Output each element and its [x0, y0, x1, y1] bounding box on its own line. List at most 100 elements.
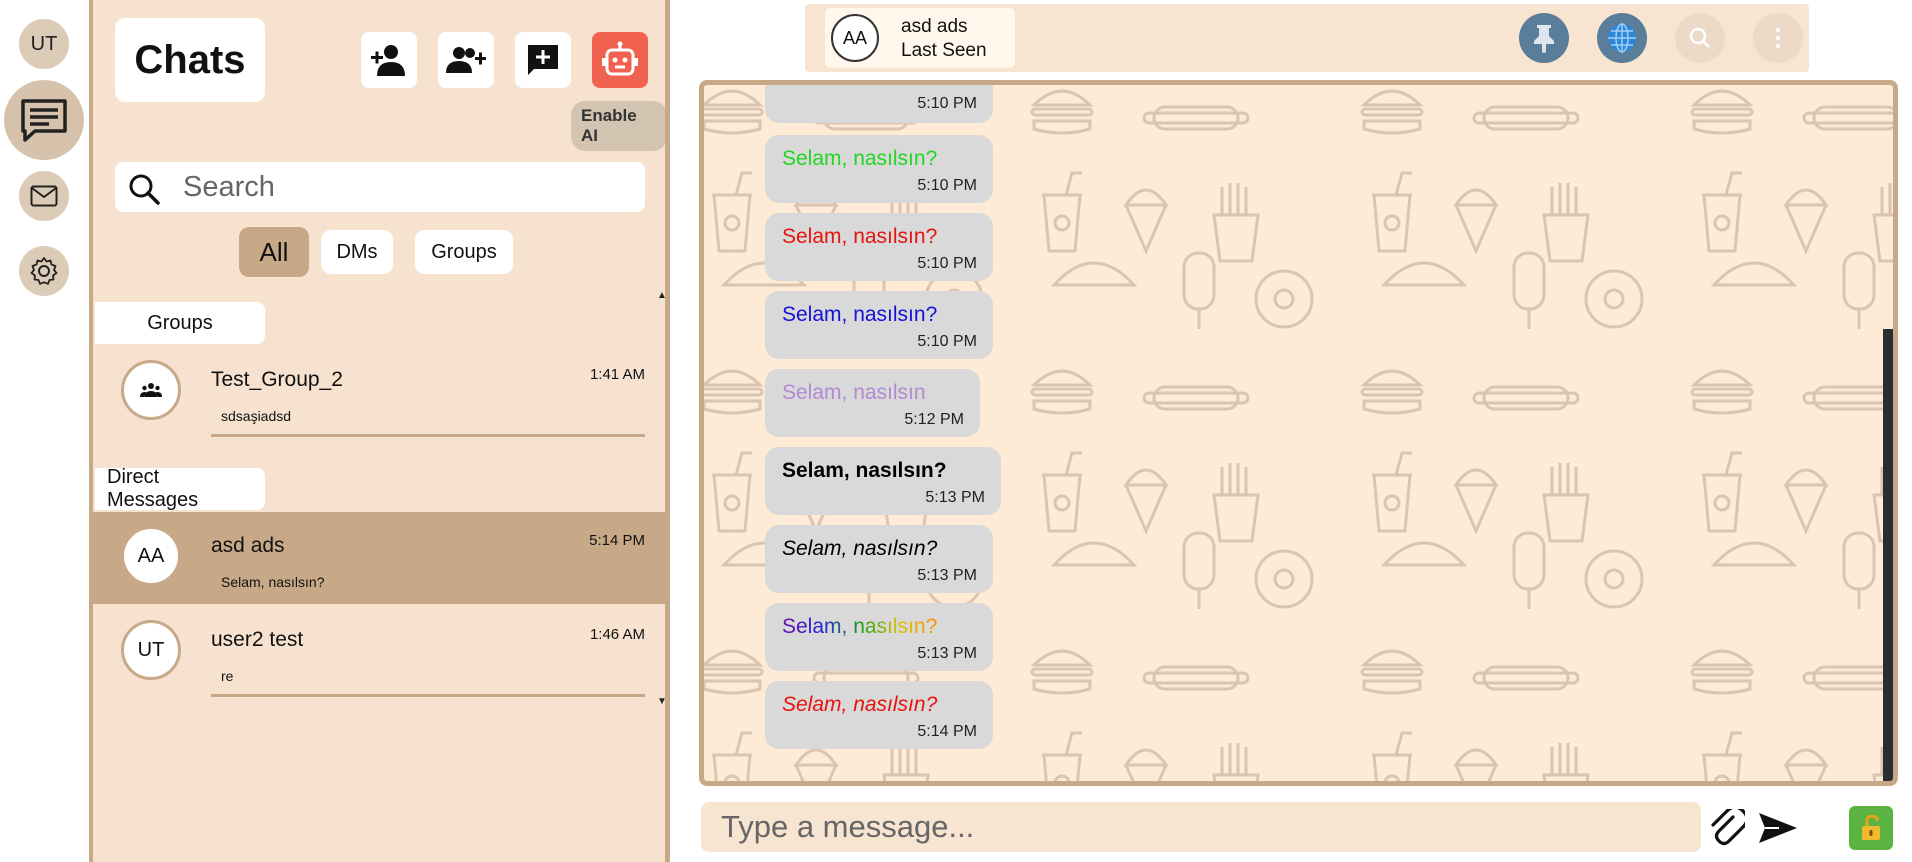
chat-bubble-icon [21, 99, 67, 142]
group-preview: sdsaşiadsd [221, 408, 292, 424]
attach-button[interactable] [1708, 808, 1746, 848]
message-time: 5:10 PM [917, 255, 977, 272]
more-vertical-icon [1776, 28, 1780, 48]
more-options-button[interactable] [1753, 13, 1803, 63]
message-time: 5:14 PM [917, 723, 977, 740]
user-avatar-initials: UT [30, 32, 58, 55]
message-time: 5:12 PM [904, 411, 964, 428]
filter-groups[interactable]: Groups [415, 230, 513, 274]
encryption-toggle-button[interactable] [1849, 806, 1893, 850]
pin-button[interactable] [1519, 13, 1569, 63]
message-text: Selam, nasılsın? [782, 537, 938, 560]
enable-ai-tooltip: Enable AI [571, 101, 667, 151]
groups-section-label: Groups [95, 302, 265, 344]
message-text: Selam, nasılsın? [782, 459, 947, 482]
row-divider [211, 694, 645, 697]
chat-plus-icon [528, 45, 558, 75]
dm-avatar: UT [121, 620, 181, 680]
chats-sidebar: Chats Enable AI Search All DMs Groups ▲ … [93, 0, 667, 862]
dm-avatar-initials: AA [137, 544, 165, 567]
message-text: Selam, nasılsın? [782, 225, 938, 248]
gear-icon [30, 257, 58, 285]
globe-icon [1608, 23, 1636, 53]
message-time: 5:10 PM [917, 95, 977, 112]
contact-name: asd ads [901, 16, 968, 37]
dm-time: 5:14 PM [589, 532, 645, 549]
nav-settings-button[interactable] [19, 246, 69, 296]
messages-scrollbar[interactable] [1883, 329, 1893, 781]
filter-all[interactable]: All [239, 227, 309, 277]
person-add-icon [371, 45, 405, 76]
search-input[interactable] [183, 170, 633, 204]
create-group-button[interactable] [438, 32, 494, 88]
message-time: 5:13 PM [917, 567, 977, 584]
row-divider [211, 434, 645, 437]
message-bubble[interactable]: Selam, nasılsın? 5:14 PM [765, 681, 993, 749]
message-text: Selam, nasılsın? [782, 693, 938, 716]
message-text: Selam, nasılsın? [782, 615, 977, 639]
paperclip-icon [1711, 809, 1745, 846]
messages-panel[interactable]: 5:10 PM Selam, nasılsın? 5:10 PM Selam, … [699, 80, 1898, 786]
message-bubble[interactable]: Selam, nasılsın? 5:10 PM [765, 213, 993, 281]
contact-status: Last Seen [901, 40, 987, 61]
search-icon [1689, 27, 1710, 48]
group-icon [140, 383, 162, 397]
contact-avatar: AA [831, 14, 879, 62]
dm-name: user2 test [211, 628, 304, 651]
contact-avatar-initials: AA [842, 27, 867, 48]
message-bubble[interactable]: Selam, nasılsın? 5:10 PM [765, 291, 993, 359]
add-contact-button[interactable] [361, 32, 417, 88]
robot-icon [602, 41, 638, 76]
dm-avatar-initials: UT [137, 638, 165, 661]
message-text: Selam, nasılsın [782, 381, 926, 404]
dm-row[interactable]: UT user2 test 1:46 AM re [93, 606, 665, 698]
message-time: 5:13 PM [925, 489, 985, 506]
dm-row[interactable]: AA asd ads 5:14 PM Selam, nasılsın? [93, 512, 665, 604]
chat-header: AA asd ads Last Seen [805, 4, 1809, 72]
message-bubble[interactable]: Selam, nasılsın? 5:13 PM [765, 525, 993, 593]
group-add-icon [446, 47, 486, 73]
search-icon [129, 174, 160, 205]
enable-ai-button[interactable] [592, 32, 648, 88]
group-avatar [121, 360, 181, 420]
envelope-icon [30, 185, 58, 207]
group-time: 1:41 AM [589, 366, 645, 383]
dm-preview: re [221, 668, 234, 684]
message-text: Selam, nasılsın? [782, 147, 938, 170]
message-bubble[interactable]: Selam, nasılsın 5:12 PM [765, 369, 980, 437]
message-bubble[interactable]: Selam, nasılsın? 5:10 PM [765, 135, 993, 203]
message-composer [701, 802, 1701, 852]
group-row[interactable]: Test_Group_2 1:41 AM sdsaşiadsd [93, 346, 665, 438]
chat-search-button[interactable] [1675, 13, 1725, 63]
nav-rail: UT [0, 0, 90, 862]
send-icon [1759, 813, 1797, 843]
message-bubble[interactable]: 5:10 PM [765, 85, 993, 123]
message-input[interactable] [721, 810, 1671, 844]
sidebar-divider [665, 0, 670, 862]
row-divider [211, 600, 645, 603]
contact-card[interactable]: AA asd ads Last Seen [825, 8, 1015, 68]
dm-preview: Selam, nasılsın? [221, 574, 325, 590]
filter-dms[interactable]: DMs [321, 230, 393, 274]
message-bubble[interactable]: Selam, nasılsın? 5:13 PM [765, 447, 1001, 515]
translate-button[interactable] [1597, 13, 1647, 63]
send-button[interactable] [1758, 808, 1798, 848]
user-avatar[interactable]: UT [19, 19, 69, 69]
message-time: 5:10 PM [917, 333, 977, 350]
dm-name: asd ads [211, 534, 285, 557]
search-bar [115, 162, 645, 212]
page-title: Chats [115, 18, 265, 102]
unlock-icon [1862, 815, 1880, 840]
dm-avatar: AA [121, 526, 181, 586]
nav-chats-button[interactable] [4, 80, 84, 160]
dm-section-label: Direct Messages [95, 466, 265, 511]
group-name: Test_Group_2 [211, 368, 343, 391]
nav-mail-button[interactable] [19, 171, 69, 221]
dm-time: 1:46 AM [589, 626, 645, 643]
message-bubble[interactable]: Selam, nasılsın? 5:13 PM [765, 603, 993, 671]
message-time: 5:13 PM [917, 645, 977, 662]
new-chat-button[interactable] [515, 32, 571, 88]
message-time: 5:10 PM [917, 177, 977, 194]
message-text: Selam, nasılsın? [782, 303, 938, 326]
pin-icon [1534, 25, 1554, 53]
